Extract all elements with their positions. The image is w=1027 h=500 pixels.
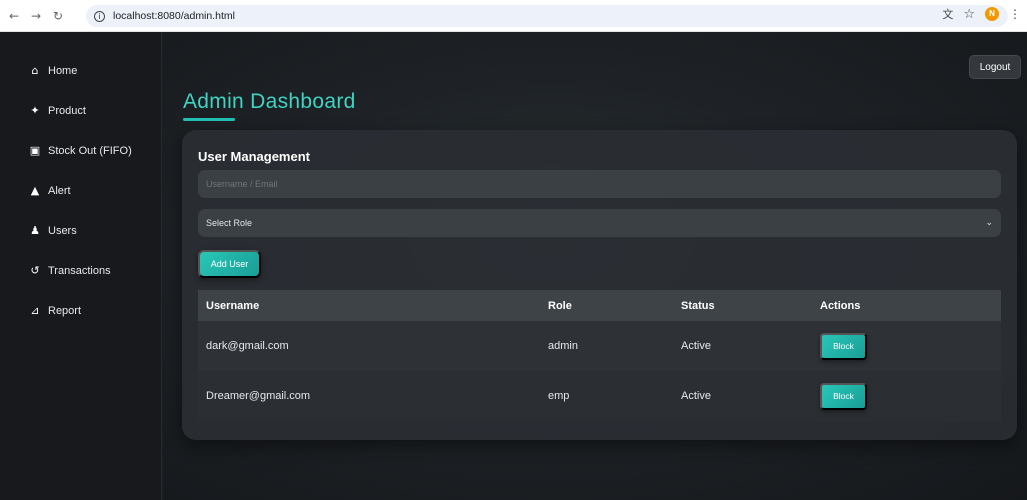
table-row: dark@gmail.com admin Active Block (198, 321, 1001, 371)
sidebar-item-label: Home (48, 64, 78, 77)
role-select-value: Select Role (206, 218, 253, 228)
status-cell: Active (681, 390, 711, 402)
block-button[interactable]: Block (820, 332, 867, 360)
sidebar-item-report[interactable]: ⊿ Report (28, 304, 81, 317)
sidebar-item-transactions[interactable]: ↺ Transactions (28, 264, 111, 277)
history-icon: ↺ (30, 264, 40, 277)
sidebar-item-label: Users (48, 224, 77, 237)
block-button[interactable]: Block (820, 382, 867, 410)
role-cell: admin (548, 340, 578, 352)
column-header-actions: Actions (820, 299, 861, 312)
users-table: Username Role Status Actions dark@gmail.… (198, 290, 1001, 421)
sidebar-item-home[interactable]: ⌂ Home (28, 64, 78, 77)
reload-icon[interactable]: ↻ (50, 8, 66, 24)
back-arrow-icon[interactable]: ← (6, 8, 22, 24)
alert-icon: ▲ (30, 184, 40, 197)
logout-button[interactable]: Logout (969, 55, 1021, 79)
forward-arrow-icon[interactable]: → (28, 8, 44, 24)
sidebar-item-label: Stock Out (FIFO) (48, 144, 132, 157)
browser-actions: 文 ☆ N ⋮ (942, 6, 1021, 22)
user-management-card: User Management Select Role ⌄ Add User U… (182, 130, 1017, 440)
sidebar-item-alert[interactable]: ▲ Alert (28, 184, 71, 197)
role-select[interactable]: Select Role ⌄ (198, 209, 1001, 237)
user-icon: ♟ (30, 224, 40, 237)
username-cell: dark@gmail.com (206, 340, 289, 352)
column-header-username: Username (206, 299, 260, 312)
address-bar[interactable]: i localhost:8080/admin.html (86, 5, 1008, 27)
sidebar-item-label: Report (48, 304, 82, 317)
sidebar-item-users[interactable]: ♟ Users (28, 224, 77, 237)
site-info-icon[interactable]: i (94, 10, 105, 22)
table-header: Username Role Status Actions (198, 290, 1001, 321)
profile-avatar[interactable]: N (985, 7, 999, 21)
chevron-down-icon: ⌄ (985, 218, 993, 228)
main-content: Logout Admin Dashboard User Management S… (163, 32, 1027, 500)
translate-icon[interactable]: 文 (942, 6, 953, 22)
sidebar-item-product[interactable]: ✦ Product (28, 104, 86, 117)
title-underline (183, 118, 235, 121)
table-row: Dreamer@gmail.com emp Active Block (198, 371, 1001, 421)
chart-icon: ⊿ (30, 304, 40, 317)
page-title: Admin Dashboard (183, 90, 356, 113)
sidebar-item-label: Product (48, 104, 86, 117)
card-title: User Management (198, 149, 310, 164)
sidebar-item-label: Transactions (48, 264, 111, 277)
product-icon: ✦ (30, 104, 40, 117)
truck-icon: ▣ (29, 144, 41, 157)
sidebar-item-stock-out[interactable]: ▣ Stock Out (FIFO) (28, 144, 132, 157)
column-header-status: Status (681, 299, 715, 312)
username-email-input[interactable] (198, 170, 1001, 198)
sidebar-item-label: Alert (48, 184, 71, 197)
sidebar: ⌂ Home ✦ Product ▣ Stock Out (FIFO) ▲ Al… (0, 32, 162, 500)
role-cell: emp (548, 390, 570, 402)
username-cell: Dreamer@gmail.com (206, 390, 311, 402)
home-icon: ⌂ (31, 64, 39, 77)
add-user-button[interactable]: Add User (198, 250, 261, 278)
more-menu-icon[interactable]: ⋮ (1009, 7, 1021, 21)
browser-toolbar: ← → ↻ i localhost:8080/admin.html 文 ☆ N … (0, 0, 1027, 32)
status-cell: Active (681, 340, 711, 352)
url-text[interactable]: localhost:8080/admin.html (113, 10, 235, 22)
column-header-role: Role (548, 299, 572, 312)
bookmark-star-icon[interactable]: ☆ (963, 7, 975, 22)
